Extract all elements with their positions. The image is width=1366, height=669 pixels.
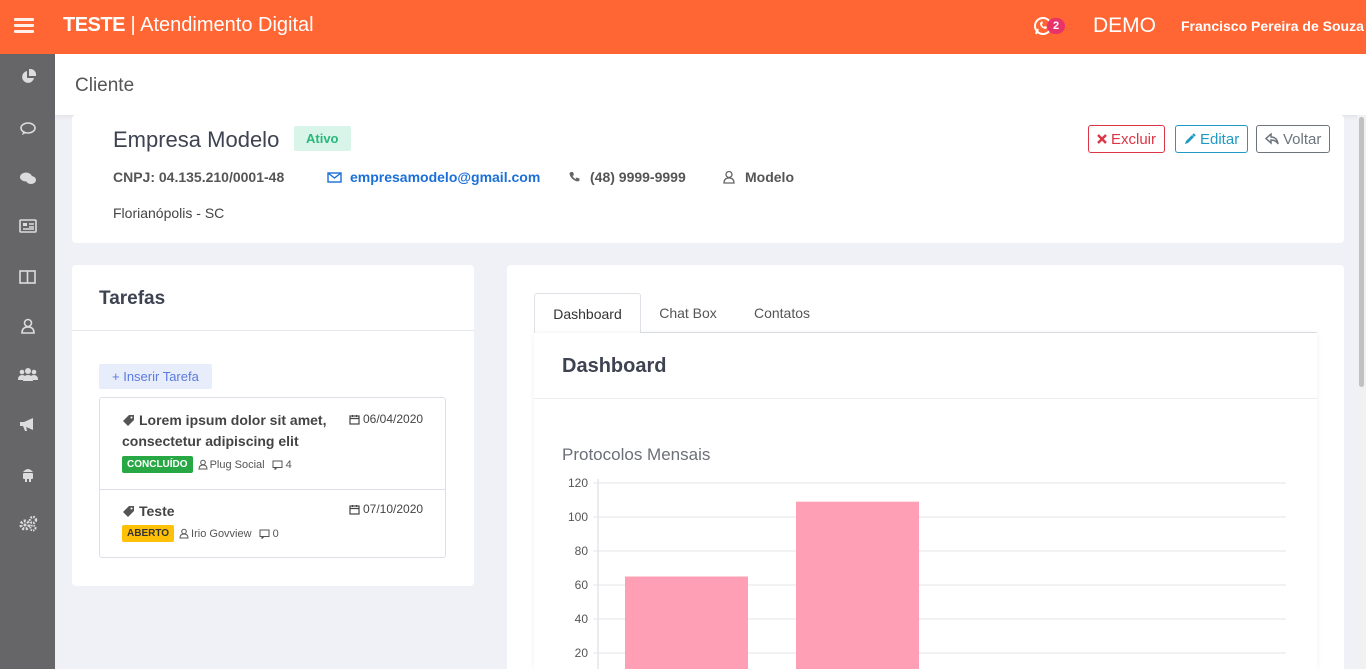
client-phone-text: (48) 9999-9999 <box>590 169 686 185</box>
client-city: Florianópolis - SC <box>113 205 225 221</box>
pencil-icon <box>1185 133 1196 144</box>
client-email-link[interactable]: empresamodelo@gmail.com <box>327 169 540 185</box>
client-cnpj: CNPJ: 04.135.210/0001-48 <box>113 169 285 185</box>
client-card: Empresa Modelo Ativo Excluir Editar Volt… <box>72 115 1344 243</box>
list-item[interactable]: Teste 07/10/2020 ABERTO Irio Govview 0 <box>100 490 445 557</box>
environment-label: DEMO <box>1093 14 1156 37</box>
task-meta: CONCLUÍDO Plug Social 4 <box>122 456 292 473</box>
status-badge: CONCLUÍDO <box>122 456 193 473</box>
user-icon <box>198 459 208 470</box>
user-icon <box>723 170 735 184</box>
cogs-icon[interactable] <box>0 508 55 538</box>
edit-button[interactable]: Editar <box>1175 125 1249 153</box>
comment-icon <box>272 460 283 470</box>
task-date: 07/10/2020 <box>349 502 423 516</box>
chart-bar[interactable] <box>625 576 748 669</box>
chart-bar[interactable] <box>796 501 919 669</box>
details-panel: Dashboard Chat Box Contatos Dashboard Pr… <box>507 265 1344 669</box>
phone-icon <box>569 172 580 182</box>
client-email-text: empresamodelo@gmail.com <box>350 169 541 185</box>
y-tick-label: 80 <box>575 544 589 558</box>
edit-button-label: Editar <box>1200 130 1240 148</box>
client-contact: Modelo <box>723 169 794 185</box>
tab-contatos[interactable]: Contatos <box>734 293 830 333</box>
whatsapp-notifications-button[interactable]: 2 <box>1033 16 1069 38</box>
tab-dashboard[interactable]: Dashboard <box>534 293 641 334</box>
delete-button[interactable]: Excluir <box>1088 125 1166 153</box>
client-phone: (48) 9999-9999 <box>569 169 686 185</box>
y-tick-label: 20 <box>575 646 589 660</box>
close-icon <box>1097 134 1107 144</box>
page-header: Cliente <box>55 54 1366 115</box>
comment-icon[interactable] <box>0 114 55 144</box>
monthly-protocols-chart: 20 40 60 80 100 120 <box>568 476 1286 669</box>
comment-icon <box>259 529 270 539</box>
dashboard-pane: Dashboard Protocolos Mensais 20 40 60 80 100… <box>534 333 1317 669</box>
y-tick-label: 120 <box>568 476 588 490</box>
client-name: Empresa Modelo <box>113 127 280 152</box>
delete-button-label: Excluir <box>1111 130 1157 148</box>
tab-bar: Dashboard Chat Box Contatos <box>534 293 1317 334</box>
comments-icon[interactable] <box>0 163 55 193</box>
status-badge: Ativo <box>294 126 351 151</box>
task-assignee: Plug Social <box>209 458 265 471</box>
brand-logo[interactable]: TESTE | Atendimento Digital <box>63 14 314 37</box>
notification-count-badge: 2 <box>1047 18 1065 34</box>
task-title[interactable]: Lorem ipsum dolor sit amet, consectetur … <box>122 410 342 452</box>
calendar-icon <box>349 414 360 425</box>
calendar-icon <box>349 504 360 515</box>
task-title[interactable]: Teste <box>122 501 342 522</box>
y-tick-label: 100 <box>568 510 588 524</box>
task-comment-count: 4 <box>285 458 292 471</box>
user-icon[interactable] <box>0 311 55 341</box>
y-tick-label: 40 <box>575 612 589 626</box>
sidebar <box>0 54 55 669</box>
menu-toggle-icon[interactable] <box>14 18 34 34</box>
user-icon <box>179 528 189 539</box>
android-icon[interactable] <box>0 459 55 489</box>
tag-icon <box>123 506 134 517</box>
scrollbar[interactable] <box>1357 115 1366 669</box>
users-icon[interactable] <box>0 359 55 389</box>
back-button-label: Voltar <box>1283 130 1322 148</box>
list-item[interactable]: Lorem ipsum dolor sit amet, consectetur … <box>100 398 445 490</box>
chart-title: Protocolos Mensais <box>562 445 711 464</box>
tag-icon <box>123 415 134 426</box>
top-navbar: TESTE | Atendimento Digital 2 DEMO Franc… <box>0 0 1366 54</box>
task-assignee: Irio Govview <box>191 527 252 540</box>
client-contact-text: Modelo <box>745 169 794 185</box>
task-meta: ABERTO Irio Govview 0 <box>122 525 279 542</box>
tab-chat-box[interactable]: Chat Box <box>642 293 734 333</box>
columns-icon[interactable] <box>0 262 55 292</box>
page-title: Cliente <box>75 75 135 96</box>
scrollbar-thumb[interactable] <box>1359 117 1364 387</box>
dashboard-title: Dashboard <box>562 355 667 377</box>
status-badge: ABERTO <box>122 525 175 542</box>
reply-icon <box>1265 133 1279 145</box>
envelope-icon <box>327 171 342 183</box>
add-task-button[interactable]: + Inserir Tarefa <box>99 364 212 389</box>
back-button[interactable]: Voltar <box>1256 125 1331 153</box>
tasks-card: Tarefas + Inserir Tarefa Lorem ipsum dol… <box>72 265 474 586</box>
divider <box>72 330 474 331</box>
pie-chart-icon[interactable] <box>0 62 55 92</box>
bullhorn-icon[interactable] <box>0 409 55 439</box>
newspaper-icon[interactable] <box>0 211 55 241</box>
y-tick-label: 60 <box>575 578 589 592</box>
divider <box>534 398 1317 399</box>
user-menu[interactable]: Francisco Pereira de Souza <box>1181 18 1364 34</box>
task-list: Lorem ipsum dolor sit amet, consectetur … <box>99 397 446 558</box>
task-date: 06/04/2020 <box>349 412 423 426</box>
tasks-title: Tarefas <box>99 288 166 309</box>
task-comment-count: 0 <box>272 527 279 540</box>
